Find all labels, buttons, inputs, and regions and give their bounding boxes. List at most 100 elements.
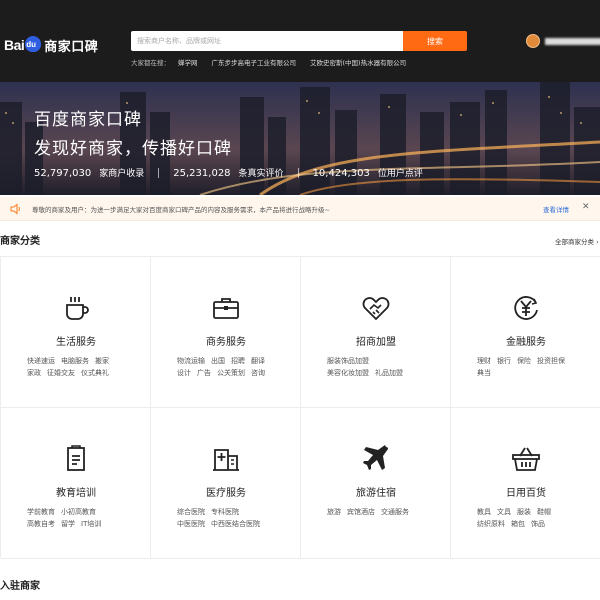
close-icon[interactable]: ✕	[582, 202, 590, 212]
search-bar: 搜索	[131, 31, 467, 51]
category-link[interactable]: 鞋帽	[537, 508, 551, 516]
category-link[interactable]: 交通服务	[381, 508, 409, 516]
category-link[interactable]: 高教自考	[27, 520, 55, 528]
category-link[interactable]: 理财	[477, 357, 491, 365]
category-link[interactable]: 征婚交友	[47, 369, 75, 377]
coffee-cup-icon	[66, 297, 89, 320]
category-card[interactable]: 生活服务 快递速运 电脑服务 搬家 家政 征婚交友 仪式典礼	[1, 257, 151, 408]
search-input[interactable]	[131, 31, 403, 51]
divider	[297, 167, 299, 178]
hot-searches-label: 大家都在搜：	[131, 59, 170, 67]
category-name: 教育培训	[56, 488, 96, 499]
category-link[interactable]: 仪式典礼	[81, 369, 109, 377]
hero-banner: 百度商家口碑 发现好商家，传播好口碑 52,797,030 家商户收录 25,2…	[0, 82, 600, 195]
notice-detail-link[interactable]: 查看详情	[543, 204, 569, 214]
category-card[interactable]: 教育培训 学前教育 小初高教育 高教自考 留学 IT培训	[1, 408, 151, 559]
search-button[interactable]: 搜索	[403, 31, 467, 51]
stat-label: 家商户收录	[99, 169, 145, 179]
category-link[interactable]: 快递速运	[27, 357, 55, 365]
logo-text: Bai	[4, 37, 25, 53]
banner-title: 百度商家口碑	[34, 110, 142, 130]
category-link[interactable]: 服装饰品加盟	[327, 357, 369, 365]
notice-text: 尊敬的商家及用户：为进一步满足大家对百度商家口碑产品的内容及服务需求，本产品将进…	[32, 206, 330, 214]
category-link[interactable]: 出国	[211, 357, 225, 365]
category-name: 生活服务	[56, 337, 96, 348]
category-link[interactable]: 中西医结合医院	[211, 520, 260, 528]
category-link[interactable]: 纺织原料	[477, 520, 505, 528]
category-link[interactable]: 礼品加盟	[375, 369, 403, 377]
category-link[interactable]: 电脑服务	[61, 357, 89, 365]
shopping-basket-icon	[512, 447, 540, 471]
user-menu[interactable]: ▼	[526, 34, 600, 48]
banner-subtitle: 发现好商家，传播好口碑	[34, 139, 232, 159]
category-name: 商务服务	[206, 337, 246, 348]
category-link[interactable]: 保险	[517, 357, 531, 365]
category-link[interactable]: 宾馆酒店	[347, 508, 375, 516]
divider	[158, 167, 160, 178]
category-links: 快递速运 电脑服务 搬家 家政 征婚交友 仪式典礼	[27, 355, 139, 379]
avatar[interactable]	[526, 34, 540, 48]
category-link[interactable]: 教具	[477, 508, 491, 516]
category-name: 旅游住宿	[356, 488, 396, 499]
handshake-icon	[362, 297, 390, 321]
banner-stats: 52,797,030 家商户收录 25,231,028 条真实评价 10,424…	[34, 166, 423, 179]
category-link[interactable]: 饰品	[531, 520, 545, 528]
stat-number: 52,797,030	[34, 168, 92, 179]
category-link[interactable]: 旅游	[327, 508, 341, 516]
category-link[interactable]: 搬家	[95, 357, 109, 365]
category-link[interactable]: 物流运输	[177, 357, 205, 365]
category-card[interactable]: 医疗服务 综合医院 专科医院 中医医院 中西医结合医院	[151, 408, 301, 559]
category-link[interactable]: 学前教育	[27, 508, 55, 516]
stat-reviews: 25,231,028 条真实评价	[173, 166, 283, 179]
category-card[interactable]: 商务服务 物流运输 出国 招聘 翻译 设计 广告 公关策划 咨询	[151, 257, 301, 408]
baidu-logo[interactable]: Bai 商家口碑	[4, 36, 98, 55]
username-redacted	[545, 37, 600, 45]
category-link[interactable]: 箱包	[511, 520, 525, 528]
stat-number: 10,424,303	[312, 168, 370, 179]
stat-users: 10,424,303 位用户点评	[313, 166, 423, 179]
category-link[interactable]: 家政	[27, 369, 41, 377]
category-card[interactable]: 日用百货 教具 文具 服装 鞋帽 纺织原料 箱包 饰品	[451, 408, 600, 559]
category-card[interactable]: 金融服务 理财 银行 保险 投资担保 典当	[451, 257, 600, 408]
category-card[interactable]: 旅游住宿 旅游 宾馆酒店 交通服务	[301, 408, 451, 559]
category-link[interactable]: 广告	[197, 369, 211, 377]
category-link[interactable]: 公关策划	[217, 369, 245, 377]
category-link[interactable]: 小初高教育	[61, 508, 96, 516]
category-links: 教具 文具 服装 鞋帽 纺织原料 箱包 饰品	[477, 506, 589, 530]
stat-label: 条真实评价	[238, 169, 284, 179]
hot-searches: 大家都在搜： 蝉学网 广东步步高电子工业有限公司 艾欧史密斯(中国)热水器有限公…	[131, 57, 420, 67]
category-name: 日用百货	[506, 488, 546, 499]
category-links: 学前教育 小初高教育 高教自考 留学 IT培训	[27, 506, 139, 530]
category-link[interactable]: 文具	[497, 508, 511, 516]
all-categories-link[interactable]: 全部商家分类 ›	[555, 236, 599, 246]
category-link[interactable]: 综合医院	[177, 508, 205, 516]
paw-icon	[25, 36, 42, 52]
category-link[interactable]: 专科医院	[211, 508, 239, 516]
category-link[interactable]: 投资担保	[537, 357, 565, 365]
category-name: 金融服务	[506, 337, 546, 348]
category-link[interactable]: 设计	[177, 369, 191, 377]
category-links: 物流运输 出国 招聘 翻译 设计 广告 公关策划 咨询	[177, 355, 289, 379]
yen-coin-icon	[514, 296, 538, 320]
category-link[interactable]: 翻译	[251, 357, 265, 365]
category-link[interactable]: 银行	[497, 357, 511, 365]
category-name: 医疗服务	[206, 488, 246, 499]
speaker-icon	[10, 203, 20, 215]
hot-search-item[interactable]: 蝉学网	[178, 57, 198, 67]
category-link[interactable]: 咨询	[251, 369, 265, 377]
document-icon	[67, 445, 85, 471]
category-link[interactable]: 服装	[517, 508, 531, 516]
briefcase-icon	[213, 298, 239, 319]
category-link[interactable]: 招聘	[231, 357, 245, 365]
notice-bar: 尊敬的商家及用户：为进一步满足大家对百度商家口碑产品的内容及服务需求，本产品将进…	[0, 197, 600, 221]
category-link[interactable]: 中医医院	[177, 520, 205, 528]
category-card[interactable]: 招商加盟 服装饰品加盟 美容化妆加盟 礼品加盟	[301, 257, 451, 408]
section-title-merchants: 入驻商家	[0, 581, 40, 592]
category-link[interactable]: 留学	[61, 520, 75, 528]
category-link[interactable]: 典当	[477, 369, 491, 377]
category-link[interactable]: 美容化妆加盟	[327, 369, 369, 377]
hot-search-item[interactable]: 广东步步高电子工业有限公司	[212, 57, 297, 67]
category-link[interactable]: IT培训	[81, 520, 101, 528]
stat-merchants: 52,797,030 家商户收录	[34, 166, 144, 179]
hot-search-item[interactable]: 艾欧史密斯(中国)热水器有限公司	[310, 57, 406, 67]
